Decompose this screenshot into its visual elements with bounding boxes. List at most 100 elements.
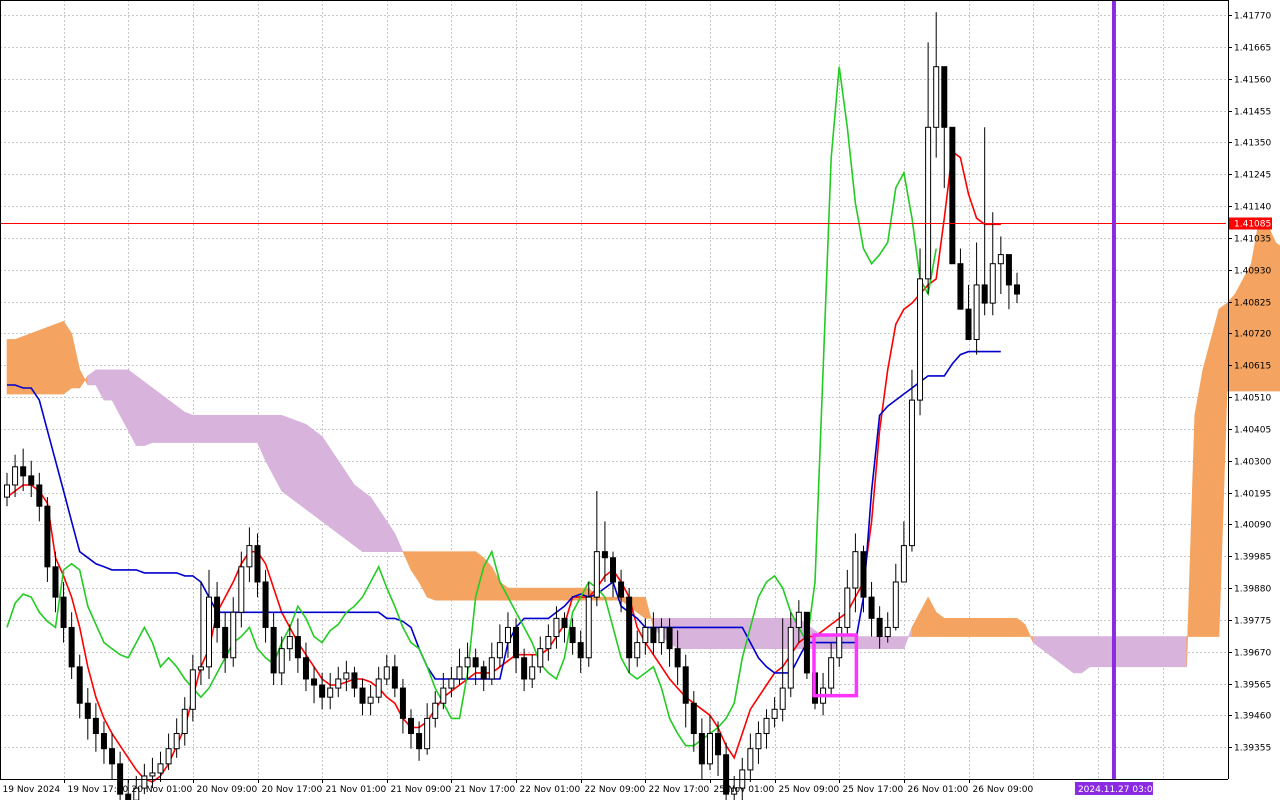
candle-body xyxy=(803,611,810,674)
candle-body xyxy=(779,687,786,710)
y-tick-label: 1.39880 xyxy=(1234,585,1271,595)
candle-body xyxy=(787,626,794,689)
candle-body xyxy=(230,611,237,659)
cloud-segment xyxy=(346,471,355,547)
cloud-segment xyxy=(709,618,719,649)
candle-body xyxy=(100,733,107,750)
candle-body xyxy=(173,733,180,750)
y-tick-label: 1.40405 xyxy=(1234,426,1271,436)
cloud-segment xyxy=(39,326,48,395)
y-tick-label: 1.40825 xyxy=(1234,299,1271,309)
candle-body xyxy=(125,793,132,801)
x-tick-label: 26 Nov 09:00 xyxy=(973,785,1034,795)
cloud-segment xyxy=(354,484,363,553)
candle-body xyxy=(642,626,649,644)
cloud-segment xyxy=(1178,636,1187,668)
cloud-segment xyxy=(701,618,711,649)
candle-body xyxy=(480,666,487,680)
candle-body xyxy=(44,505,51,568)
cloud-segment xyxy=(135,375,145,446)
cloud-segment xyxy=(184,411,194,443)
cloud-segment xyxy=(548,587,557,601)
cloud-segment xyxy=(1129,636,1139,668)
candle-body xyxy=(432,702,439,719)
candle-body xyxy=(36,484,43,507)
x-tick-label: 22 Nov 17:00 xyxy=(649,785,710,795)
candle-body xyxy=(868,596,875,619)
candle-body xyxy=(795,611,802,628)
candle-body xyxy=(828,657,835,689)
candle-body xyxy=(925,126,932,280)
cloud-segment xyxy=(192,414,202,443)
y-tick-label: 1.41245 xyxy=(1234,171,1271,181)
candle-body xyxy=(561,617,568,628)
cloud-segment xyxy=(992,618,1002,637)
candle-body xyxy=(860,551,867,598)
candle-body xyxy=(957,263,964,310)
y-tick-label: 1.40930 xyxy=(1234,267,1271,277)
candle-body xyxy=(319,684,326,698)
cloud-segment xyxy=(523,587,533,601)
y-tick-label: 1.40720 xyxy=(1234,330,1271,340)
cloud-segment xyxy=(968,618,977,637)
candle-body xyxy=(165,748,172,765)
cloud-segment xyxy=(725,618,735,649)
cloud-segment xyxy=(1242,263,1252,392)
candle-body xyxy=(650,626,657,644)
cloud-segment xyxy=(887,636,897,649)
candle-body xyxy=(690,702,697,735)
y-tick-label: 1.39565 xyxy=(1234,681,1271,691)
candle-body xyxy=(383,666,390,680)
candle-body xyxy=(294,636,301,659)
candle-body xyxy=(537,648,544,668)
cloud-segment xyxy=(337,459,347,541)
candle-body xyxy=(464,657,471,668)
cloud-segment xyxy=(224,414,234,443)
y-tick-label: 1.40300 xyxy=(1234,458,1271,468)
candle-body xyxy=(278,648,285,674)
candle-body xyxy=(989,263,996,304)
cloud-segment xyxy=(208,414,218,443)
candle-body xyxy=(68,626,75,668)
cloud-segment xyxy=(943,618,953,637)
cloud-segment xyxy=(176,405,186,443)
cloud-segment xyxy=(160,393,169,443)
candle-body xyxy=(76,666,83,704)
x-tick-label: 21 Nov 09:00 xyxy=(391,785,452,795)
candle-body xyxy=(892,581,899,628)
candle-body xyxy=(529,666,536,680)
cloud-segment xyxy=(879,636,889,649)
cloud-segment xyxy=(1137,636,1147,668)
cloud-segment xyxy=(960,618,969,637)
cloud-segment xyxy=(443,551,452,601)
x-tick-label: 20 Nov 17:00 xyxy=(262,785,323,795)
cloud-segment xyxy=(63,320,72,395)
cloud-segment xyxy=(693,618,703,649)
candle-body xyxy=(92,717,99,735)
y-tick-label: 1.40615 xyxy=(1234,362,1271,372)
candle-body xyxy=(747,748,754,771)
cloud-segment xyxy=(216,414,226,443)
cloud-segment xyxy=(281,414,291,498)
cloud-segment xyxy=(895,636,905,649)
candle-body xyxy=(197,666,204,671)
cloud-segment xyxy=(758,618,767,649)
candle-body xyxy=(359,687,366,704)
candle-body xyxy=(84,702,91,719)
candle-body xyxy=(844,587,851,628)
candle-body xyxy=(949,126,956,265)
cloud-segment xyxy=(556,587,565,601)
cloud-segment xyxy=(297,420,307,510)
cloud-segment xyxy=(152,387,161,443)
y-tick-label: 1.41035 xyxy=(1234,235,1271,245)
candle-body xyxy=(20,466,27,477)
cloud-segment xyxy=(305,423,315,516)
current-price-label: 1.41085 xyxy=(1234,220,1271,230)
candle-body xyxy=(876,617,883,638)
y-tick-label: 1.40510 xyxy=(1234,394,1271,404)
x-tick-label: 21 Nov 17:00 xyxy=(455,785,516,795)
cloud-segment xyxy=(1145,636,1155,668)
cloud-segment xyxy=(1000,618,1010,637)
candle xyxy=(803,611,810,679)
candle-body xyxy=(440,687,447,704)
